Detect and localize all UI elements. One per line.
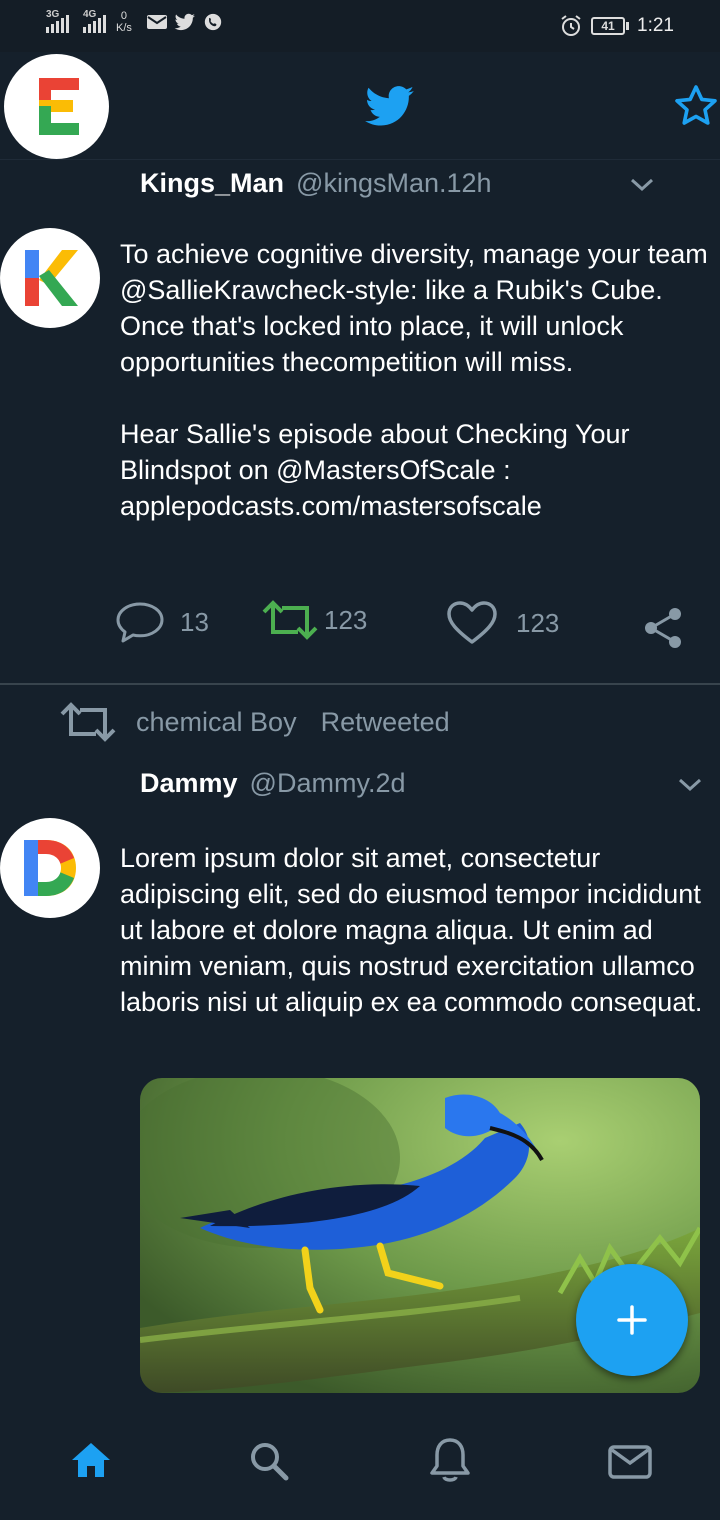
- retweet-icon: [60, 702, 116, 742]
- reply-button[interactable]: 13: [114, 600, 209, 644]
- tweet-header: Kings_Man @kingsMan.12h: [140, 168, 492, 199]
- tweet-header: Dammy @Dammy.2d: [140, 768, 405, 799]
- compose-tweet-button[interactable]: [576, 1264, 688, 1376]
- signal-3g-icon: 3G: [46, 9, 69, 33]
- author-handle: @Dammy.2d: [249, 768, 406, 798]
- retweet-button[interactable]: 123: [260, 600, 367, 640]
- retweeted-label: Retweeted: [320, 706, 450, 737]
- retweeter-name[interactable]: chemical Boy: [136, 707, 297, 738]
- share-icon[interactable]: [642, 606, 684, 650]
- profile-avatar[interactable]: [4, 54, 109, 159]
- letter-e-logo-icon: [39, 78, 79, 135]
- search-icon[interactable]: [248, 1440, 290, 1482]
- retweet-icon: [262, 600, 318, 640]
- reply-count: 13: [180, 606, 209, 637]
- clock: 1:21: [637, 15, 674, 36]
- battery-indicator: 41: [591, 17, 630, 35]
- status-bar: 3G 4G 0 K/s 41 1:21: [0, 0, 720, 52]
- retweet-count: 123: [324, 604, 368, 635]
- signal-4g-icon: 4G: [83, 9, 106, 33]
- author-avatar[interactable]: [0, 228, 100, 328]
- like-count: 123: [516, 607, 560, 638]
- twitter-bird-icon: [365, 86, 414, 126]
- letter-k-logo-icon: [25, 250, 78, 306]
- top-app-bar: [0, 52, 720, 160]
- tweet-text: To achieve cognitive diversity, manage y…: [120, 239, 708, 521]
- heart-outline-icon: [447, 601, 497, 644]
- letter-d-logo-icon: [24, 840, 76, 896]
- chevron-down-icon[interactable]: [628, 172, 656, 196]
- home-icon[interactable]: [70, 1440, 112, 1480]
- author-name[interactable]: Kings_Man: [140, 168, 284, 199]
- tweet-actions: 13 123 123: [0, 600, 720, 660]
- retweeted-by-line: chemical Boy Retweeted: [58, 702, 450, 742]
- plus-icon: [617, 1305, 647, 1335]
- messages-icon[interactable]: [608, 1444, 652, 1480]
- like-button[interactable]: 123: [446, 600, 559, 646]
- alarm-icon: [561, 15, 581, 36]
- reply-icon: [116, 602, 164, 643]
- mail-icon: [146, 15, 167, 29]
- notifications-icon[interactable]: [428, 1436, 472, 1484]
- tweet-text: Lorem ipsum dolor sit amet, consectetur …: [120, 843, 709, 1017]
- phone-call-icon: [204, 13, 222, 31]
- star-outline-icon[interactable]: [672, 82, 720, 130]
- chevron-down-icon[interactable]: [676, 772, 704, 796]
- twitter-notify-icon: [174, 13, 195, 31]
- tweet-divider: [0, 683, 720, 685]
- network-speed: 0 K/s: [116, 10, 132, 34]
- author-name[interactable]: Dammy: [140, 768, 238, 799]
- bottom-navigation: [0, 1410, 720, 1520]
- author-handle: @kingsMan.12h: [296, 168, 492, 198]
- author-avatar[interactable]: [0, 818, 100, 918]
